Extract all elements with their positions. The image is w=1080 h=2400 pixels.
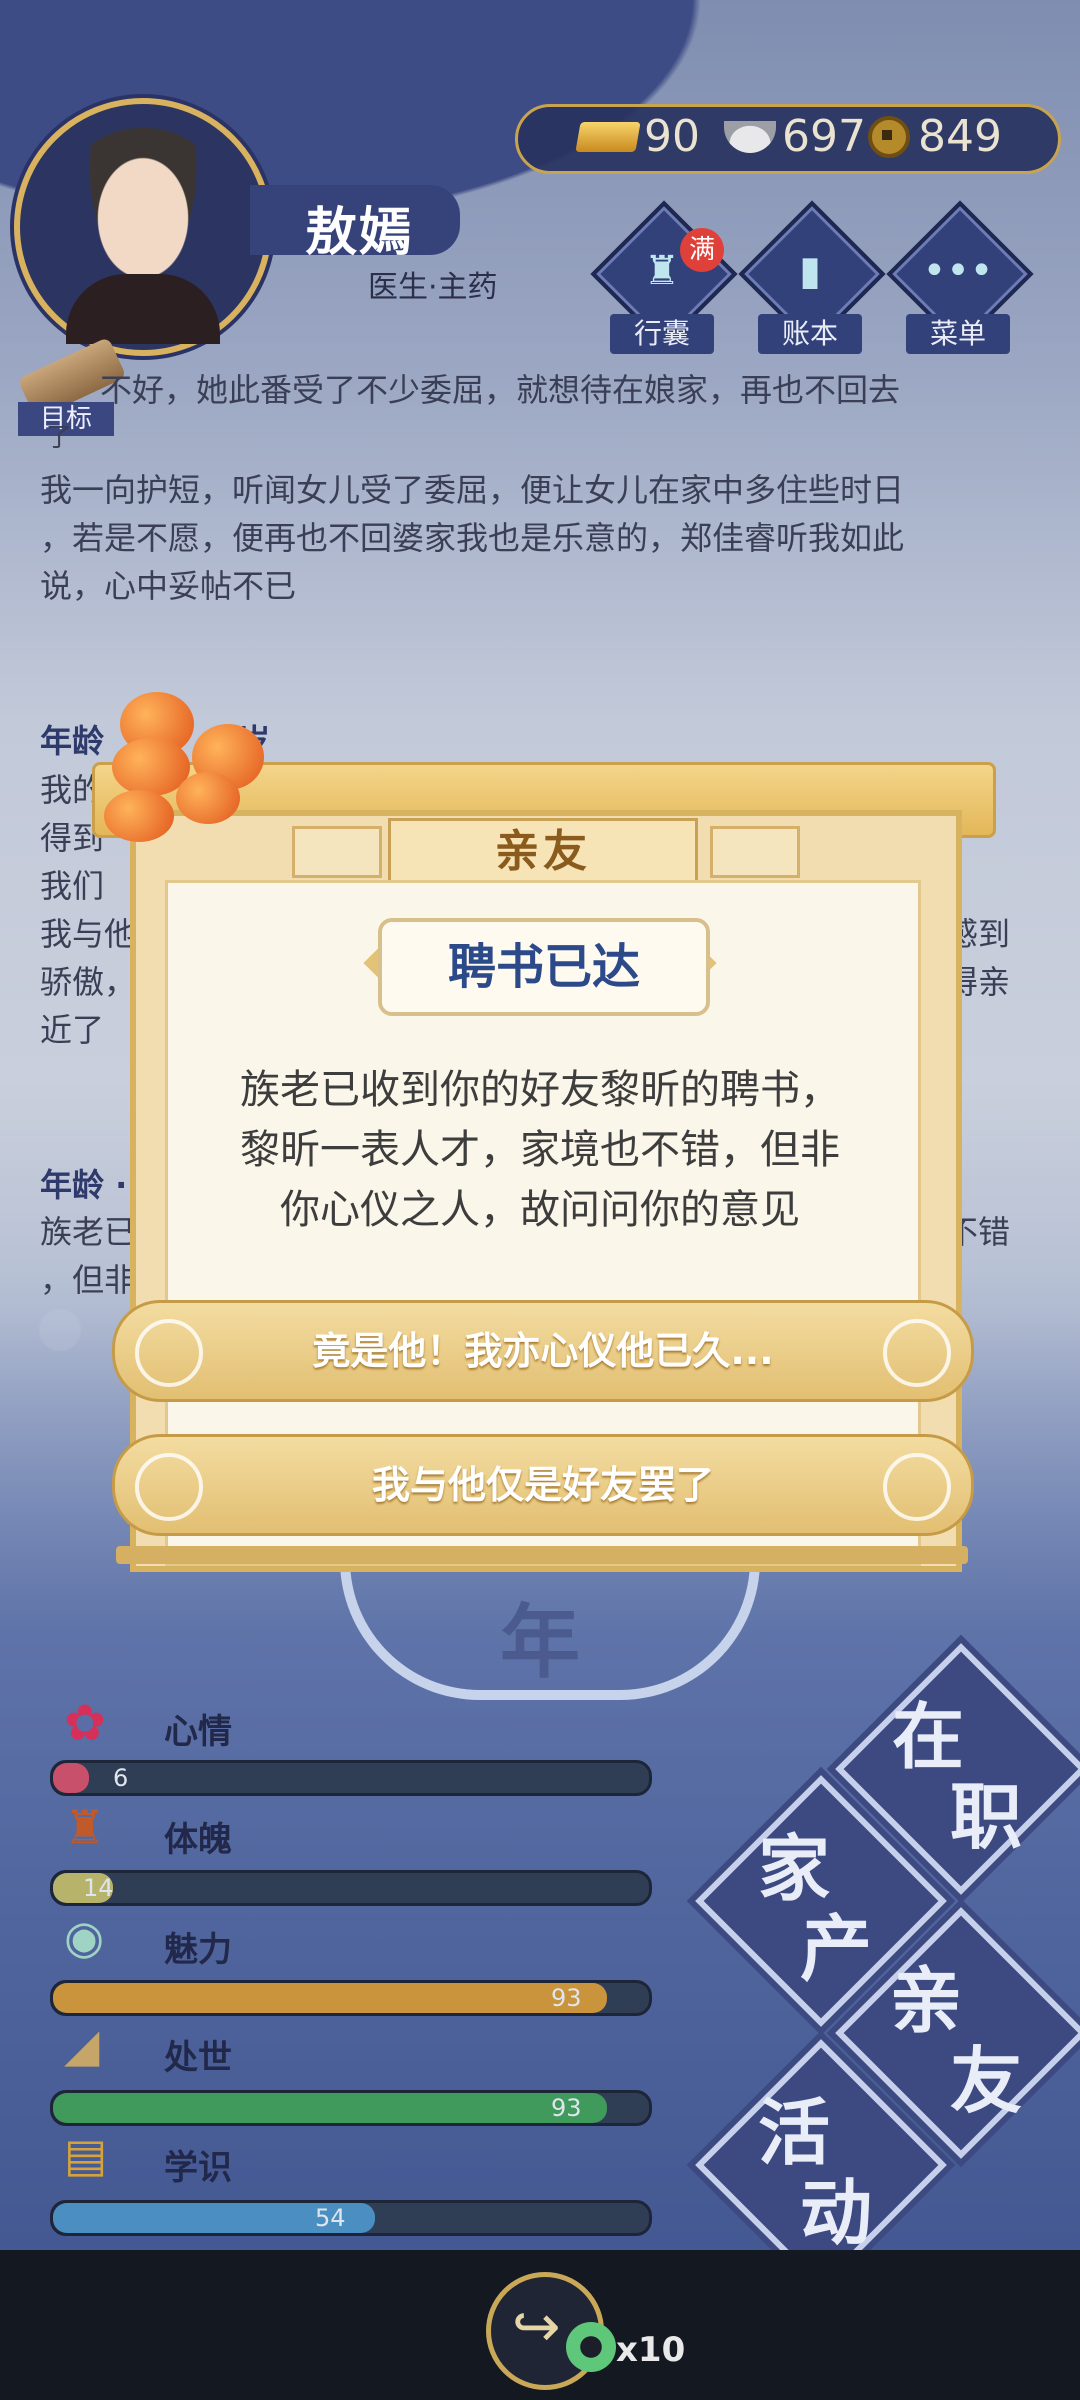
character-name: 敖嫣 bbox=[305, 203, 414, 263]
story-line: 不好，她此番受了不少委屈，就想待在娘家，再也不回去 bbox=[100, 371, 901, 409]
gold-bar-icon bbox=[575, 121, 641, 152]
story-line: 了 bbox=[46, 423, 73, 453]
nav-label: 友 bbox=[950, 2039, 1023, 2123]
ledger-button[interactable]: ▮ 账本 bbox=[738, 200, 886, 354]
story-line: 我与他 bbox=[40, 915, 137, 953]
stat-value: 93 bbox=[551, 2094, 582, 2122]
stat-label: 处世 bbox=[164, 2038, 232, 2078]
stat-value: 54 bbox=[315, 2204, 346, 2232]
stat-label: 魅力 bbox=[164, 1930, 232, 1970]
message-line: 你心仪之人，故问问你的意见 bbox=[280, 1187, 800, 1233]
more-icon: ••• bbox=[922, 248, 994, 294]
coin-currency: 849 bbox=[868, 111, 1002, 162]
stat-fill bbox=[53, 1983, 608, 2013]
story-line: ，若是不愿，便再也不回婆家我也是乐意的，郑佳睿听我如此 bbox=[40, 519, 905, 557]
ledger-label: 账本 bbox=[758, 314, 862, 354]
share-icon: ↪ bbox=[512, 2292, 561, 2360]
modal-message: 族老已收到你的好友黎昕的聘书， 黎昕一表人才，家境也不错，但非 你心仪之人，故问… bbox=[190, 1060, 890, 1240]
nav-activity-button[interactable]: 活 动 bbox=[695, 2039, 947, 2291]
menu-button[interactable]: ••• 菜单 bbox=[886, 200, 1034, 354]
year-label: 年 bbox=[500, 1596, 580, 1689]
swirl-ornament-icon bbox=[135, 1453, 203, 1521]
avatar[interactable] bbox=[14, 98, 272, 356]
story-line: 我一向护短，听闻女儿受了委屈，便让女儿在家中多住些时日 bbox=[40, 471, 905, 509]
token-count: x10 bbox=[616, 2330, 686, 2370]
jade-token-icon bbox=[566, 2322, 616, 2372]
stat-label: 体魄 bbox=[164, 1820, 232, 1860]
mood-bar: 6 bbox=[50, 1760, 652, 1796]
silver-amount: 697 bbox=[782, 111, 866, 162]
mirror-icon: ◉ bbox=[64, 1910, 105, 1964]
modal-tab-title: 亲友 bbox=[388, 818, 698, 886]
physique-bar: 14 bbox=[50, 1870, 652, 1906]
full-badge: 满 bbox=[680, 228, 724, 272]
tab-ornament-left bbox=[292, 826, 382, 878]
swirl-ornament-icon bbox=[883, 1453, 951, 1521]
gold-currency: 90 bbox=[575, 111, 700, 162]
persimmon-icon bbox=[104, 790, 174, 842]
modal-base bbox=[116, 1546, 968, 1564]
story-line: 我们 bbox=[40, 867, 105, 905]
nav-label: 职 bbox=[950, 1775, 1023, 1859]
story-line: 近了 bbox=[40, 1011, 105, 1049]
bag-label: 行囊 bbox=[610, 314, 714, 354]
story-line: 骄傲， bbox=[40, 963, 137, 1001]
story-line: ，但非 bbox=[40, 1261, 137, 1299]
message-line: 族老已收到你的好友黎昕的聘书， bbox=[240, 1067, 840, 1113]
silver-currency: 697 bbox=[724, 111, 866, 162]
coin-amount: 849 bbox=[918, 111, 1002, 162]
message-line: 黎昕一表人才，家境也不错，但非 bbox=[240, 1127, 840, 1173]
fan-icon: ◢ bbox=[64, 2018, 100, 2072]
age-heading: 年龄 bbox=[40, 722, 105, 760]
choice-label: 我与他仅是好友罢了 bbox=[371, 1463, 714, 1507]
tab-ornament-right bbox=[710, 826, 800, 878]
flower-icon: ✿ bbox=[64, 1694, 106, 1752]
knowledge-bar: 54 bbox=[50, 2200, 652, 2236]
social-bar: 93 bbox=[50, 2090, 652, 2126]
stat-value: 6 bbox=[113, 1764, 129, 1792]
silver-ingot-icon bbox=[724, 120, 776, 153]
stat-label: 心情 bbox=[164, 1712, 232, 1752]
age-heading: 年龄 · bbox=[40, 1166, 128, 1204]
swirl-ornament-icon bbox=[883, 1319, 951, 1387]
story-line: 族老已 bbox=[40, 1213, 137, 1251]
modal-heading: 聘书已达 bbox=[378, 918, 710, 1016]
menu-label: 菜单 bbox=[906, 314, 1010, 354]
persimmon-icon bbox=[176, 772, 240, 824]
stat-value: 14 bbox=[83, 1874, 114, 1902]
accept-choice-button[interactable]: 竟是他！我亦心仪他已久... bbox=[112, 1300, 974, 1402]
charm-bar: 93 bbox=[50, 1980, 652, 2016]
swirl-ornament-icon bbox=[135, 1319, 203, 1387]
ledger-icon: ▮ bbox=[798, 248, 821, 294]
character-title: 医生·主药 bbox=[368, 270, 498, 305]
nav-label: 动 bbox=[800, 2171, 873, 2255]
stat-value: 93 bbox=[551, 1984, 582, 2012]
choice-label: 竟是他！我亦心仪他已久... bbox=[312, 1329, 774, 1373]
stat-fill bbox=[53, 1763, 89, 1793]
coin-icon bbox=[868, 115, 910, 158]
story-line: 说，心中妥帖不已 bbox=[40, 567, 297, 605]
currency-bar: 90 697 849 bbox=[515, 104, 1061, 174]
stat-label: 学识 bbox=[164, 2148, 232, 2188]
books-icon: ▤ bbox=[64, 2128, 108, 2182]
gold-amount: 90 bbox=[644, 111, 700, 162]
stat-fill bbox=[53, 2093, 608, 2123]
body-icon: ♜ bbox=[64, 1800, 106, 1854]
decline-choice-button[interactable]: 我与他仅是好友罢了 bbox=[112, 1434, 974, 1536]
